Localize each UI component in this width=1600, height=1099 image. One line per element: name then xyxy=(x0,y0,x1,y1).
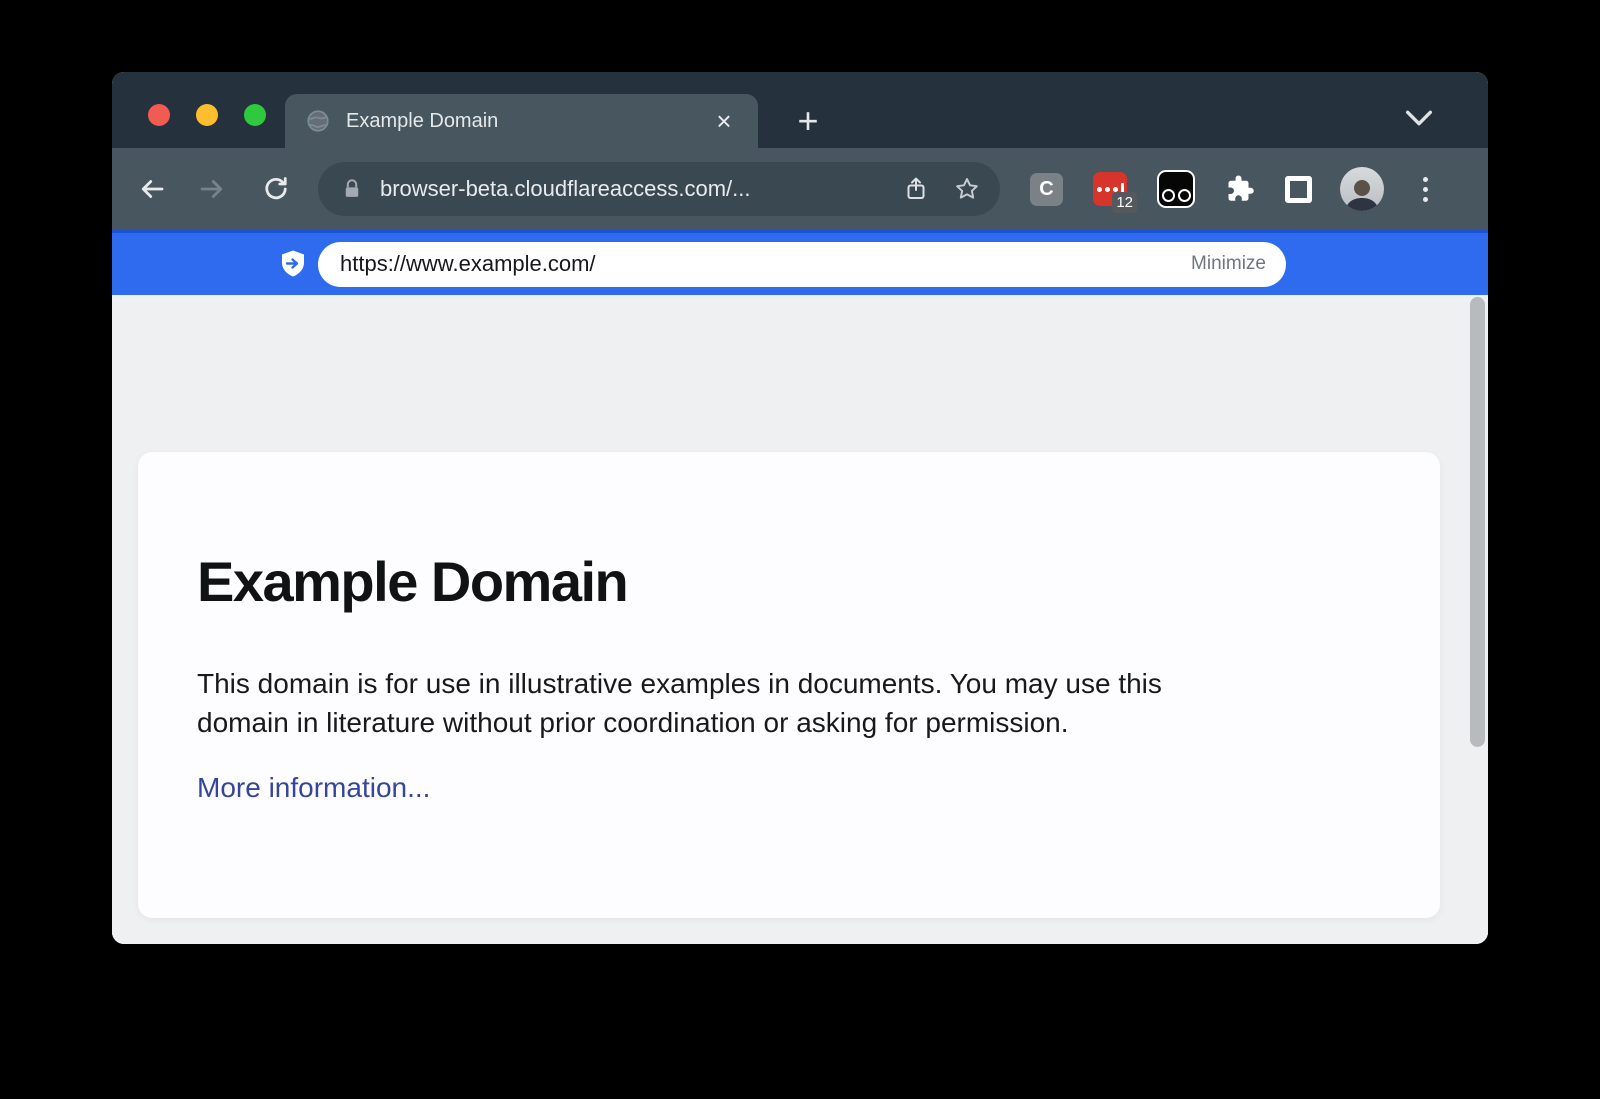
dot-icon xyxy=(1113,187,1118,192)
back-arrow-icon xyxy=(137,174,167,204)
traffic-lights xyxy=(148,104,266,126)
page-viewport: Example Domain This domain is for use in… xyxy=(112,295,1488,944)
reload-button[interactable] xyxy=(254,167,298,211)
dot-icon xyxy=(1097,187,1102,192)
minimize-button[interactable]: Minimize xyxy=(1191,253,1266,275)
page-body: This domain is for use in illustrative e… xyxy=(197,664,1380,742)
extension-password-manager-icon[interactable]: 12 xyxy=(1093,172,1127,206)
forward-button[interactable] xyxy=(190,167,234,211)
dot-icon xyxy=(1423,197,1428,202)
dot-icon xyxy=(1423,177,1428,182)
profile-avatar[interactable] xyxy=(1340,167,1384,211)
reload-icon xyxy=(261,174,291,204)
extensions-menu-button[interactable] xyxy=(1225,174,1255,204)
macos-minimize-button[interactable] xyxy=(196,104,218,126)
macos-zoom-button[interactable] xyxy=(244,104,266,126)
page-title: Example Domain xyxy=(197,549,1380,614)
browser-menu-button[interactable] xyxy=(1410,167,1440,211)
browser-tab[interactable]: Example Domain × xyxy=(285,94,758,148)
globe-favicon-icon xyxy=(305,108,331,134)
isolated-url-text: https://www.example.com/ xyxy=(340,251,1191,277)
content-card: Example Domain This domain is for use in… xyxy=(138,452,1440,918)
address-bar[interactable]: browser-beta.cloudflareaccess.com/... xyxy=(318,162,1000,216)
dot-icon xyxy=(1423,187,1428,192)
side-panel-icon[interactable] xyxy=(1285,176,1312,203)
circle-icon xyxy=(1162,189,1175,202)
extension-badge-count: 12 xyxy=(1112,192,1137,213)
browser-toolbar: browser-beta.cloudflareaccess.com/... C … xyxy=(112,148,1488,230)
share-icon[interactable] xyxy=(904,176,928,202)
isolated-url-field[interactable]: https://www.example.com/ Minimize xyxy=(318,242,1286,287)
forward-arrow-icon xyxy=(197,174,227,204)
person-icon xyxy=(1343,175,1381,211)
extension-cluster: C 12 xyxy=(1030,170,1312,208)
browser-window: Example Domain × + xyxy=(112,72,1488,944)
address-bar-url: browser-beta.cloudflareaccess.com/... xyxy=(380,176,751,202)
bookmark-star-icon[interactable] xyxy=(954,176,980,202)
extension-c-icon[interactable]: C xyxy=(1030,173,1063,206)
tab-strip: Example Domain × + xyxy=(112,72,1488,148)
body-line: This domain is for use in illustrative e… xyxy=(197,664,1380,703)
tab-title: Example Domain xyxy=(346,110,710,133)
body-line: domain in literature without prior coord… xyxy=(197,703,1380,742)
extension-two-circles-icon[interactable] xyxy=(1157,170,1195,208)
tab-search-chevron-icon[interactable] xyxy=(1402,106,1436,130)
dot-icon xyxy=(1105,187,1110,192)
tab-close-icon[interactable]: × xyxy=(710,108,738,134)
shield-arrow-icon xyxy=(278,249,308,279)
plus-icon: + xyxy=(797,100,818,142)
puzzle-icon xyxy=(1225,174,1255,204)
more-information-link[interactable]: More information... xyxy=(197,772,430,804)
back-button[interactable] xyxy=(130,167,174,211)
new-tab-button[interactable]: + xyxy=(788,98,828,144)
circle-icon xyxy=(1178,189,1191,202)
isolation-address-bar: https://www.example.com/ Minimize xyxy=(112,230,1488,295)
macos-close-button[interactable] xyxy=(148,104,170,126)
scrollbar-thumb[interactable] xyxy=(1470,297,1485,747)
lock-icon xyxy=(342,178,362,200)
